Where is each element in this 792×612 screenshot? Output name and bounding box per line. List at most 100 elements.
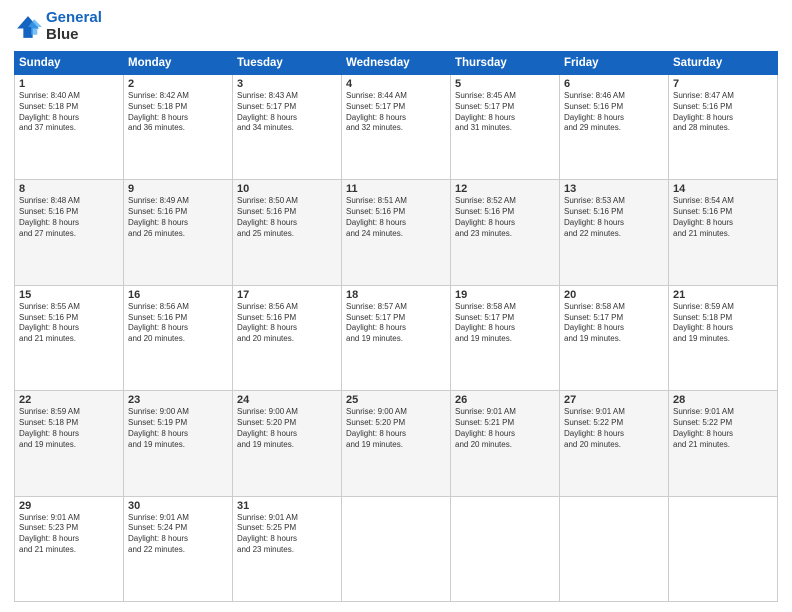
cell-info: Sunrise: 8:51 AMSunset: 5:16 PMDaylight:… — [346, 196, 446, 239]
cell-info: Sunrise: 8:56 AMSunset: 5:16 PMDaylight:… — [128, 302, 228, 345]
calendar-cell: 1Sunrise: 8:40 AMSunset: 5:18 PMDaylight… — [15, 75, 124, 180]
cell-info: Sunrise: 8:49 AMSunset: 5:16 PMDaylight:… — [128, 196, 228, 239]
cell-info: Sunrise: 9:01 AMSunset: 5:22 PMDaylight:… — [673, 407, 773, 450]
cell-info: Sunrise: 8:44 AMSunset: 5:17 PMDaylight:… — [346, 91, 446, 134]
col-header-saturday: Saturday — [669, 52, 778, 75]
day-number: 20 — [564, 289, 664, 301]
calendar-cell: 7Sunrise: 8:47 AMSunset: 5:16 PMDaylight… — [669, 75, 778, 180]
logo-text: General Blue — [46, 10, 102, 43]
cell-info: Sunrise: 8:43 AMSunset: 5:17 PMDaylight:… — [237, 91, 337, 134]
calendar-cell: 12Sunrise: 8:52 AMSunset: 5:16 PMDayligh… — [451, 180, 560, 285]
cell-info: Sunrise: 8:48 AMSunset: 5:16 PMDaylight:… — [19, 196, 119, 239]
day-number: 17 — [237, 289, 337, 301]
calendar-cell: 14Sunrise: 8:54 AMSunset: 5:16 PMDayligh… — [669, 180, 778, 285]
day-number: 22 — [19, 394, 119, 406]
day-number: 30 — [128, 500, 228, 512]
calendar-cell: 5Sunrise: 8:45 AMSunset: 5:17 PMDaylight… — [451, 75, 560, 180]
day-number: 27 — [564, 394, 664, 406]
day-number: 29 — [19, 500, 119, 512]
calendar-cell: 29Sunrise: 9:01 AMSunset: 5:23 PMDayligh… — [15, 496, 124, 601]
calendar-header-row: SundayMondayTuesdayWednesdayThursdayFrid… — [15, 52, 778, 75]
calendar-cell: 17Sunrise: 8:56 AMSunset: 5:16 PMDayligh… — [233, 285, 342, 390]
calendar-cell — [451, 496, 560, 601]
calendar-cell: 13Sunrise: 8:53 AMSunset: 5:16 PMDayligh… — [560, 180, 669, 285]
cell-info: Sunrise: 8:59 AMSunset: 5:18 PMDaylight:… — [19, 407, 119, 450]
calendar-cell: 19Sunrise: 8:58 AMSunset: 5:17 PMDayligh… — [451, 285, 560, 390]
day-number: 28 — [673, 394, 773, 406]
day-number: 5 — [455, 78, 555, 90]
cell-info: Sunrise: 8:50 AMSunset: 5:16 PMDaylight:… — [237, 196, 337, 239]
day-number: 15 — [19, 289, 119, 301]
day-number: 8 — [19, 183, 119, 195]
week-row-4: 22Sunrise: 8:59 AMSunset: 5:18 PMDayligh… — [15, 391, 778, 496]
calendar-cell: 25Sunrise: 9:00 AMSunset: 5:20 PMDayligh… — [342, 391, 451, 496]
cell-info: Sunrise: 8:59 AMSunset: 5:18 PMDaylight:… — [673, 302, 773, 345]
calendar-cell: 9Sunrise: 8:49 AMSunset: 5:16 PMDaylight… — [124, 180, 233, 285]
col-header-tuesday: Tuesday — [233, 52, 342, 75]
calendar-cell: 31Sunrise: 9:01 AMSunset: 5:25 PMDayligh… — [233, 496, 342, 601]
day-number: 2 — [128, 78, 228, 90]
day-number: 31 — [237, 500, 337, 512]
col-header-sunday: Sunday — [15, 52, 124, 75]
day-number: 14 — [673, 183, 773, 195]
cell-info: Sunrise: 8:53 AMSunset: 5:16 PMDaylight:… — [564, 196, 664, 239]
calendar-cell: 28Sunrise: 9:01 AMSunset: 5:22 PMDayligh… — [669, 391, 778, 496]
logo-icon — [14, 13, 42, 41]
cell-info: Sunrise: 8:52 AMSunset: 5:16 PMDaylight:… — [455, 196, 555, 239]
cell-info: Sunrise: 8:47 AMSunset: 5:16 PMDaylight:… — [673, 91, 773, 134]
calendar-cell: 24Sunrise: 9:00 AMSunset: 5:20 PMDayligh… — [233, 391, 342, 496]
cell-info: Sunrise: 8:46 AMSunset: 5:16 PMDaylight:… — [564, 91, 664, 134]
calendar-cell: 15Sunrise: 8:55 AMSunset: 5:16 PMDayligh… — [15, 285, 124, 390]
calendar-table: SundayMondayTuesdayWednesdayThursdayFrid… — [14, 51, 778, 602]
cell-info: Sunrise: 8:58 AMSunset: 5:17 PMDaylight:… — [455, 302, 555, 345]
cell-info: Sunrise: 8:55 AMSunset: 5:16 PMDaylight:… — [19, 302, 119, 345]
day-number: 13 — [564, 183, 664, 195]
header: General Blue — [14, 10, 778, 43]
cell-info: Sunrise: 9:01 AMSunset: 5:24 PMDaylight:… — [128, 513, 228, 556]
cell-info: Sunrise: 8:56 AMSunset: 5:16 PMDaylight:… — [237, 302, 337, 345]
calendar-cell: 22Sunrise: 8:59 AMSunset: 5:18 PMDayligh… — [15, 391, 124, 496]
cell-info: Sunrise: 9:00 AMSunset: 5:19 PMDaylight:… — [128, 407, 228, 450]
col-header-wednesday: Wednesday — [342, 52, 451, 75]
calendar-cell: 26Sunrise: 9:01 AMSunset: 5:21 PMDayligh… — [451, 391, 560, 496]
day-number: 23 — [128, 394, 228, 406]
calendar-cell: 16Sunrise: 8:56 AMSunset: 5:16 PMDayligh… — [124, 285, 233, 390]
calendar-cell — [560, 496, 669, 601]
day-number: 10 — [237, 183, 337, 195]
cell-info: Sunrise: 8:58 AMSunset: 5:17 PMDaylight:… — [564, 302, 664, 345]
calendar-cell: 8Sunrise: 8:48 AMSunset: 5:16 PMDaylight… — [15, 180, 124, 285]
calendar-cell — [669, 496, 778, 601]
day-number: 19 — [455, 289, 555, 301]
calendar-cell: 20Sunrise: 8:58 AMSunset: 5:17 PMDayligh… — [560, 285, 669, 390]
day-number: 18 — [346, 289, 446, 301]
calendar-cell: 4Sunrise: 8:44 AMSunset: 5:17 PMDaylight… — [342, 75, 451, 180]
cell-info: Sunrise: 9:00 AMSunset: 5:20 PMDaylight:… — [346, 407, 446, 450]
calendar-cell: 30Sunrise: 9:01 AMSunset: 5:24 PMDayligh… — [124, 496, 233, 601]
week-row-3: 15Sunrise: 8:55 AMSunset: 5:16 PMDayligh… — [15, 285, 778, 390]
col-header-friday: Friday — [560, 52, 669, 75]
calendar-cell: 27Sunrise: 9:01 AMSunset: 5:22 PMDayligh… — [560, 391, 669, 496]
cell-info: Sunrise: 9:01 AMSunset: 5:23 PMDaylight:… — [19, 513, 119, 556]
calendar-cell: 6Sunrise: 8:46 AMSunset: 5:16 PMDaylight… — [560, 75, 669, 180]
col-header-monday: Monday — [124, 52, 233, 75]
day-number: 9 — [128, 183, 228, 195]
day-number: 4 — [346, 78, 446, 90]
week-row-1: 1Sunrise: 8:40 AMSunset: 5:18 PMDaylight… — [15, 75, 778, 180]
day-number: 3 — [237, 78, 337, 90]
col-header-thursday: Thursday — [451, 52, 560, 75]
day-number: 12 — [455, 183, 555, 195]
cell-info: Sunrise: 8:42 AMSunset: 5:18 PMDaylight:… — [128, 91, 228, 134]
day-number: 16 — [128, 289, 228, 301]
day-number: 25 — [346, 394, 446, 406]
day-number: 21 — [673, 289, 773, 301]
calendar-cell: 18Sunrise: 8:57 AMSunset: 5:17 PMDayligh… — [342, 285, 451, 390]
cell-info: Sunrise: 8:54 AMSunset: 5:16 PMDaylight:… — [673, 196, 773, 239]
week-row-5: 29Sunrise: 9:01 AMSunset: 5:23 PMDayligh… — [15, 496, 778, 601]
calendar-cell: 21Sunrise: 8:59 AMSunset: 5:18 PMDayligh… — [669, 285, 778, 390]
calendar-cell: 2Sunrise: 8:42 AMSunset: 5:18 PMDaylight… — [124, 75, 233, 180]
cell-info: Sunrise: 8:40 AMSunset: 5:18 PMDaylight:… — [19, 91, 119, 134]
cell-info: Sunrise: 9:00 AMSunset: 5:20 PMDaylight:… — [237, 407, 337, 450]
day-number: 24 — [237, 394, 337, 406]
cell-info: Sunrise: 9:01 AMSunset: 5:21 PMDaylight:… — [455, 407, 555, 450]
week-row-2: 8Sunrise: 8:48 AMSunset: 5:16 PMDaylight… — [15, 180, 778, 285]
